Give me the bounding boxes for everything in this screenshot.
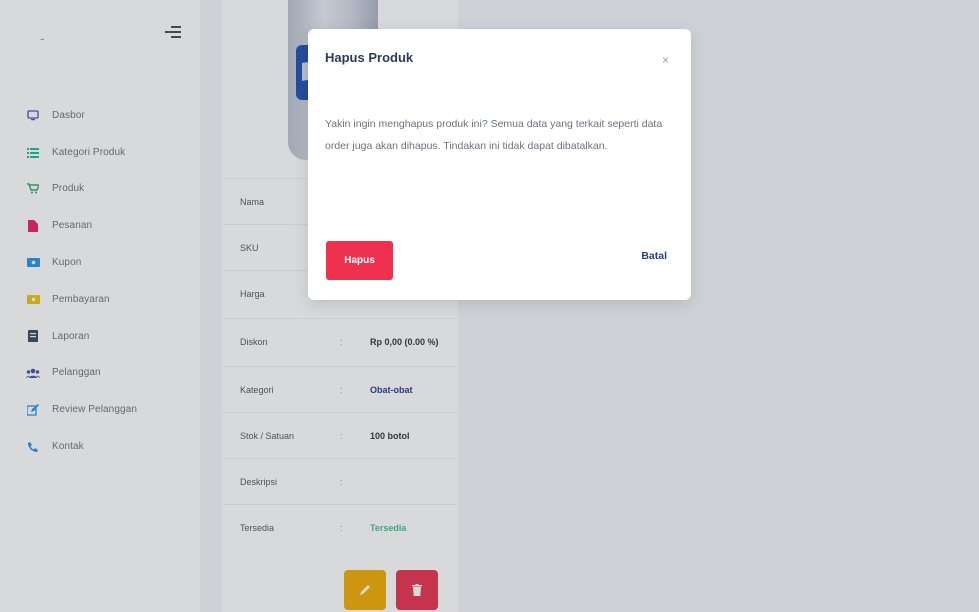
cancel-button[interactable]: Batal <box>641 250 667 262</box>
modal-message: Yakin ingin menghapus produk ini? Semua … <box>325 118 663 152</box>
delete-product-modal: Hapus Produk × Yakin ingin menghapus pro… <box>308 29 691 300</box>
close-icon[interactable]: × <box>662 53 669 67</box>
confirm-delete-button[interactable]: Hapus <box>326 241 393 280</box>
modal-title: Hapus Produk <box>325 50 414 65</box>
